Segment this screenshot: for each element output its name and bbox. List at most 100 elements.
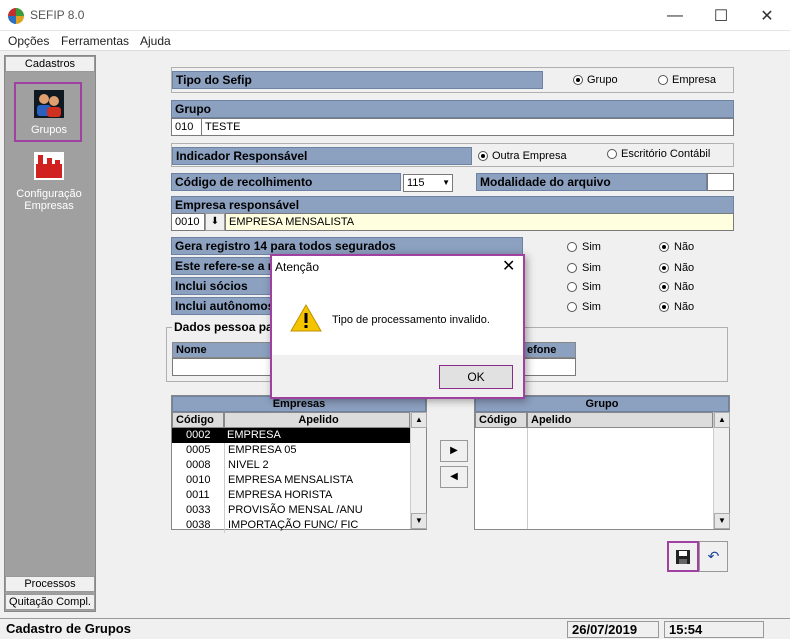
radio-button[interactable] (659, 302, 669, 312)
column-divider (527, 428, 528, 529)
close-icon: ✕ (502, 258, 516, 275)
table-row[interactable]: 0005 EMPRESA 05 (172, 443, 410, 458)
status-bar: Cadastro de Grupos 26/07/2019 15:54 (0, 618, 790, 639)
empresas-scrollbar[interactable]: ▲ ▼ (410, 412, 427, 529)
table-row[interactable]: 0011 EMPRESA HORISTA (172, 488, 410, 503)
remove-from-group-button[interactable]: ◀ (440, 466, 468, 488)
cell-apelido: PROVISÃO MENSAL /ANU (224, 503, 410, 518)
dialog-close-button[interactable]: ✕ (502, 256, 515, 276)
col-nome: Nome (172, 342, 272, 358)
cell-apelido: EMPRESA (224, 428, 410, 443)
close-button[interactable]: ✕ (744, 0, 790, 31)
radio-button[interactable] (567, 242, 577, 252)
select-value: 115 (407, 177, 425, 189)
menu-ferramentas[interactable]: Ferramentas (61, 34, 129, 48)
tab-quitacao[interactable]: Quitação Compl. (5, 594, 95, 610)
save-button[interactable] (667, 541, 699, 572)
dialog-message: Tipo de processamento invalido. (332, 314, 490, 326)
radio-button[interactable] (659, 282, 669, 292)
table-row[interactable]: 0038 IMPORTAÇÃO FUNC/ FIC (172, 518, 410, 533)
menu-opcoes[interactable]: Opções (8, 34, 49, 48)
radio-button[interactable] (658, 75, 668, 85)
sidebar-item-configuracao[interactable]: Configuração Empresas (14, 150, 84, 220)
fone-field[interactable] (523, 358, 576, 376)
sidebar-item-grupos[interactable]: Grupos (14, 82, 82, 142)
tipo-sefip-label: Tipo do Sefip (172, 71, 543, 89)
table-row[interactable]: 0010 EMPRESA MENSALISTA (172, 473, 410, 488)
modalidade-label: Modalidade do arquivo (476, 173, 707, 191)
add-to-group-button[interactable]: ▶ (440, 440, 468, 462)
table-row[interactable]: 0033 PROVISÃO MENSAL /ANU (172, 503, 410, 518)
radio-button[interactable] (567, 282, 577, 292)
lookup-button[interactable]: ⬇ (205, 213, 225, 231)
radio-outra-empresa[interactable]: Outra Empresa (478, 150, 567, 162)
minimize-button[interactable]: — (652, 0, 698, 31)
app-icon (8, 8, 24, 24)
tab-cadastros[interactable]: Cadastros (5, 56, 95, 72)
radio-button[interactable] (478, 151, 488, 161)
question-label: Este refere-se a n (171, 257, 271, 275)
radio-nao[interactable]: Não (659, 281, 694, 293)
window-titlebar: SEFIP 8.0 — ☐ ✕ (0, 0, 790, 31)
grupo-label: Grupo (171, 100, 734, 118)
chevron-down-icon: ▼ (442, 178, 450, 187)
scroll-down-button[interactable]: ▼ (714, 513, 730, 529)
radio-sim[interactable]: Sim (567, 301, 601, 313)
radio-label: Não (674, 262, 695, 274)
scroll-up-button[interactable]: ▲ (714, 412, 730, 428)
radio-button[interactable] (659, 263, 669, 273)
undo-icon: ↶ (707, 548, 720, 564)
codigo-recolhimento-label: Código de recolhimento (171, 173, 401, 191)
radio-label: Não (674, 281, 695, 293)
tab-processos[interactable]: Processos (5, 576, 95, 592)
users-icon (34, 90, 64, 118)
radio-escritorio[interactable]: Escritório Contábil (607, 148, 710, 160)
save-icon (676, 549, 690, 564)
empresas-grid: Empresas Código Apelido 0002 EMPRESA 0005… (171, 395, 427, 533)
sidebar-item-label: Grupos (30, 124, 68, 136)
arrow-left-icon: ◀ (450, 471, 458, 482)
cell-apelido: EMPRESA HORISTA (224, 488, 410, 503)
maximize-button[interactable]: ☐ (698, 0, 744, 31)
radio-nao[interactable]: Não (659, 262, 694, 274)
radio-button[interactable] (607, 149, 617, 159)
menu-ajuda[interactable]: Ajuda (140, 34, 171, 48)
radio-nao[interactable]: Não (659, 301, 694, 313)
grupo-name-field[interactable]: TESTE (201, 118, 734, 136)
radio-empresa[interactable]: Empresa (658, 74, 716, 86)
grupo-code-field[interactable]: 010 (171, 118, 203, 136)
empresa-resp-label: Empresa responsável (171, 196, 734, 214)
radio-nao[interactable]: Não (659, 241, 694, 253)
radio-button[interactable] (567, 263, 577, 273)
col-codigo: Código (475, 412, 527, 428)
radio-label: Sim (582, 241, 601, 253)
cell-codigo: 0008 (186, 459, 211, 471)
radio-label: Sim (582, 301, 601, 313)
cell-codigo: 0033 (186, 504, 211, 516)
scroll-down-button[interactable]: ▼ (411, 513, 427, 529)
modalidade-field[interactable] (707, 173, 734, 191)
radio-grupo[interactable]: Grupo (573, 74, 618, 86)
radio-button[interactable] (567, 302, 577, 312)
radio-button[interactable] (573, 75, 583, 85)
ok-button[interactable]: OK (439, 365, 513, 389)
undo-button[interactable]: ↶ (699, 541, 728, 572)
scroll-up-button[interactable]: ▲ (411, 412, 427, 428)
sidebar-item-label: Configuração Empresas (16, 188, 82, 212)
empresa-resp-code-field[interactable]: 0010 (171, 213, 205, 231)
nome-field[interactable] (172, 358, 272, 376)
radio-sim[interactable]: Sim (567, 281, 601, 293)
radio-sim[interactable]: Sim (567, 241, 601, 253)
codigo-recolhimento-select[interactable]: 115 ▼ (403, 174, 453, 192)
radio-label: Escritório Contábil (621, 148, 711, 160)
table-row[interactable]: 0002 EMPRESA (172, 428, 410, 443)
radio-button[interactable] (659, 242, 669, 252)
radio-label: Não (674, 301, 695, 313)
table-row[interactable]: 0008 NIVEL 2 (172, 458, 410, 473)
dados-pessoa-legend: Dados pessoa pa (172, 320, 275, 334)
grupo-scrollbar[interactable]: ▲ ▼ (713, 412, 730, 529)
cell-codigo: 0038 (186, 519, 211, 531)
radio-label: Sim (582, 262, 601, 274)
radio-sim[interactable]: Sim (567, 262, 601, 274)
status-time: 15:54 (664, 621, 764, 638)
